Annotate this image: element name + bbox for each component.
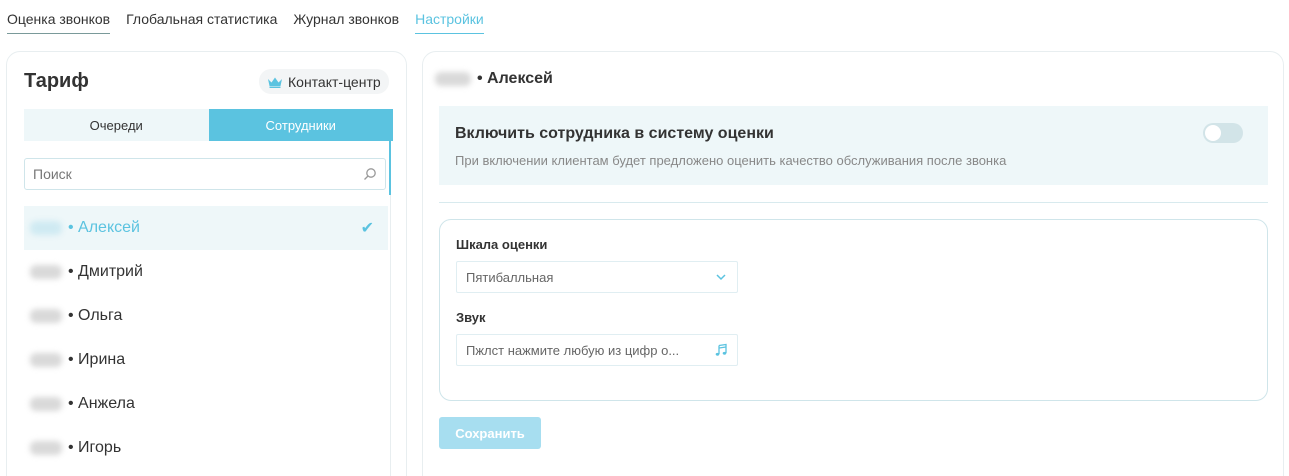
segment-employees[interactable]: Сотрудники [208, 109, 393, 141]
employee-name: • Алексей [68, 219, 140, 236]
tariff-title: Тариф [24, 70, 89, 92]
redacted-extension [30, 353, 62, 367]
employee-name: • Ольга [68, 307, 123, 324]
tab-settings[interactable]: Настройки [415, 11, 484, 34]
rating-toggle-description: При включении клиентам будет предложено … [455, 153, 1007, 168]
scale-select-value: Пятибалльная [466, 269, 554, 285]
rating-toggle-title: Включить сотрудника в систему оценки [455, 125, 774, 142]
employee-item-anzhela[interactable]: • Анжела [24, 382, 388, 426]
scale-label: Шкала оценки [456, 237, 548, 252]
scrollbar-track [390, 195, 391, 476]
employee-item-irina[interactable]: • Ирина [24, 338, 388, 382]
employee-title-name: • Алексей [477, 70, 553, 87]
plan-badge-label: Контакт-центр [288, 73, 381, 90]
search-field [24, 158, 386, 190]
employee-item-dmitry[interactable]: • Дмитрий [24, 250, 388, 294]
redacted-extension [30, 309, 62, 323]
redacted-extension [30, 265, 62, 279]
redacted-extension [30, 397, 62, 411]
check-icon: ✔ [360, 220, 374, 237]
sound-label: Звук [456, 310, 486, 325]
segment-control: Очереди Сотрудники [24, 109, 393, 141]
employee-name: • Дмитрий [68, 263, 143, 280]
search-input[interactable] [33, 166, 363, 182]
crown-icon [268, 77, 282, 88]
employee-name: • Анжела [68, 395, 135, 412]
segment-queues[interactable]: Очереди [24, 109, 209, 141]
redacted-extension [30, 441, 62, 455]
rating-toggle-section: Включить сотрудника в систему оценки При… [439, 106, 1268, 185]
switch-knob [1205, 125, 1221, 141]
scale-select[interactable]: Пятибалльная [456, 261, 738, 293]
music-note-icon [715, 343, 727, 356]
top-nav: Оценка звонков Глобальная статистика Жур… [7, 11, 484, 34]
sound-select[interactable]: Пжлст нажмите любую из цифр о... [456, 334, 738, 366]
rating-settings-box: Шкала оценки Пятибалльная Звук Пжлст наж… [439, 219, 1268, 401]
save-button[interactable]: Сохранить [439, 417, 541, 449]
employee-settings-panel: • Алексей Включить сотрудника в систему … [422, 51, 1284, 476]
employee-item-igor[interactable]: • Игорь [24, 426, 388, 470]
employee-item-olga[interactable]: • Ольга [24, 294, 388, 338]
plan-badge: Контакт-центр [259, 69, 389, 94]
search-icon[interactable] [363, 167, 377, 181]
tab-call-log[interactable]: Журнал звонков [293, 11, 399, 34]
redacted-extension [435, 72, 471, 86]
scrollbar-thumb[interactable] [389, 141, 391, 195]
redacted-extension [30, 221, 62, 235]
tab-call-rating[interactable]: Оценка звонков [7, 11, 111, 34]
employee-name: • Ирина [68, 351, 126, 368]
employee-title: • Алексей [435, 70, 553, 88]
sound-select-value: Пжлст нажмите любую из цифр о... [466, 342, 680, 358]
divider [439, 202, 1268, 203]
employee-item-aleksey[interactable]: • Алексей ✔ [24, 206, 388, 250]
tariff-panel: Тариф Контакт-центр Очереди Сотрудники •… [6, 51, 407, 476]
rating-toggle-switch[interactable] [1203, 123, 1243, 143]
tab-global-stats[interactable]: Глобальная статистика [126, 11, 277, 34]
chevron-down-icon [716, 274, 726, 281]
employee-name: • Игорь [68, 439, 122, 456]
employee-list: • Алексей ✔ • Дмитрий • Ольга • Ирина • … [24, 206, 388, 470]
